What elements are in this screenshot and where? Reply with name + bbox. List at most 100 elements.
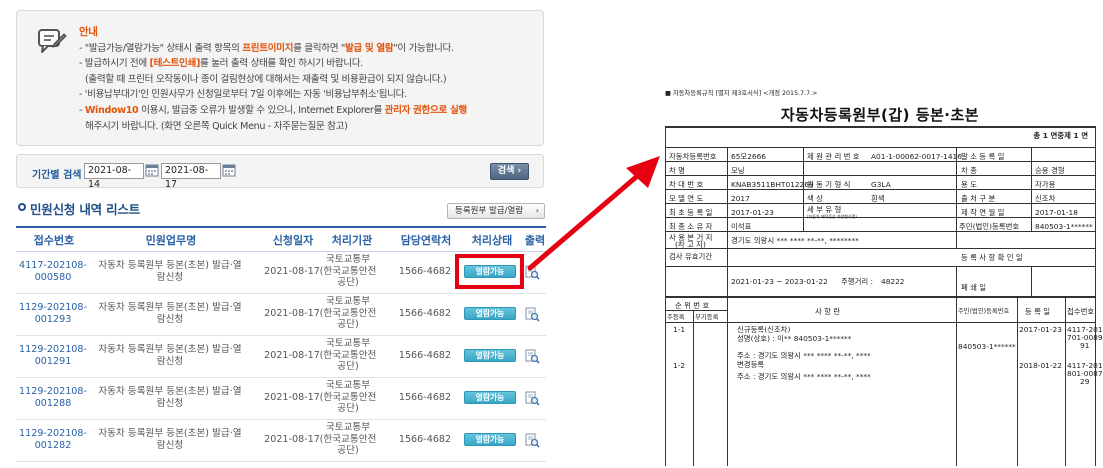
print-preview-icon[interactable] [525,391,540,406]
notice-line-2: - 발급하시기 전에 [테스트인쇄]를 눌러 출력 상태를 확인 하시기 바랍니… [79,56,539,72]
notice-text-part: - 발급하시기 전에 [79,58,150,70]
contact-phone: 1566-4682 [398,434,452,445]
contact-phone: 1566-4682 [398,392,452,403]
task-name-part: 자동차 등록원부 등본(초본) 발급·열 [98,386,242,397]
history-date: 2017-01-23 [1019,325,1062,334]
mgmt-no-label: 제 원 관 리 번 호 [807,152,860,161]
history-line: 성명(상호) : 이** 840503-1****** [737,334,852,343]
contact-phone: 1566-4682 [398,266,452,277]
print-preview-icon[interactable] [525,433,540,448]
vin-value: KNAB3511BHT012269 [731,180,814,189]
notice-text-part: - '비용납부대기'인 민원사무가 신청일로부터 7일 이후에는 자동 '비용납… [79,89,407,101]
doc-line [665,248,1096,249]
owner-label: 최 종 소 유 자 [669,222,713,231]
agency-part: (한국교통안전 [319,307,377,319]
receipt-no[interactable]: 1129-202108- 001291 [16,344,90,368]
notice-line-1: - "발급가능/열람가능" 상태시 출력 항목의 프린트이미지를 클릭하면 "발… [79,41,539,57]
highlight-box [455,254,524,289]
manufacture-value: 2017-01-18 [1035,208,1078,217]
task-name: 자동차 등록원부 등본(초본) 발급·열 람신청 [86,260,254,284]
agency-part: 국토교통부 [325,254,371,265]
task-name: 자동차 등록원부 등본(초본) 발급·열 람신청 [86,302,254,326]
page-indicator: 총 1 면중제 1 면 [1033,131,1088,140]
agency-part: 국토교통부 [325,296,371,307]
notice-line-6: 해주시기 바랍니다. (화면 오른쪽 Quick Menu - 자주묻는질문 참… [79,119,539,135]
reg-no-value: 65모2666 [731,152,767,161]
close-label: 폐 쇄 일 [961,283,987,292]
history-order: 1-1 [673,325,686,334]
search-label: 기간별 검색 : [32,170,89,181]
receipt-no[interactable]: 4117-202108- 000580 [16,260,90,284]
notice-title: 안내 [79,26,98,38]
cancel-date-label: 말 소 등 록 일 [961,152,1005,161]
task-name-part: 자동차 등록원부 등본(초본) 발급·열 [98,428,242,439]
agency: 국토교통부 (한국교통안전 공단) [314,296,382,331]
id-label: 주민(법인)등록번호 [959,222,1020,231]
document-caption: ■ 자동차등록규칙 [별지 제3호서식] <개정 2015.7.7.> [665,90,818,97]
status-button[interactable]: 열람가능 [464,349,516,362]
notice-highlight: 발급 및 열람 [344,42,394,54]
agency-part: 공단) [337,361,359,372]
use-label: 용 도 [961,180,977,189]
date-to-input[interactable]: 2021-08-17 [161,163,221,190]
print-preview-icon[interactable] [525,307,540,322]
receipt-no-part: 1129-202108- [19,302,87,313]
agency-part: (한국교통안전 [319,433,377,445]
mileage-label: 주행거리 : [841,277,874,286]
receipt-no[interactable]: 1129-202108- 001288 [16,386,90,410]
origin-value: 신조차 [1035,194,1056,203]
doc-line [693,310,694,466]
doc-border [665,126,1096,128]
inspect-label: 검사 유효기간 [669,252,713,261]
history-receipt: 29 [1080,377,1090,386]
notice-line-5: - Window10 이용시, 발급중 오류가 발생할 수 있으니, Inter… [79,103,539,119]
contact-phone: 1566-4682 [398,350,452,361]
doc-line [665,322,1096,323]
calendar-icon[interactable] [145,163,159,177]
col-header-receipt-no: 접수번호 [33,234,75,247]
date-search-bar: 기간별 검색 : 2021-08-14 ~ 2021-08-17 검색 › [16,154,544,190]
content-header: 사 항 란 [815,307,841,316]
print-preview-icon[interactable] [525,349,540,364]
agency-part: 공단) [337,319,359,330]
notice-highlight: Window10 [84,104,139,116]
task-name-part: 람신청 [156,356,184,367]
status-button[interactable]: 열람가능 [464,307,516,320]
task-name-part: 람신청 [156,272,184,283]
status-button[interactable]: 열람가능 [464,433,516,446]
address-label-sub: (차 고 지) [675,240,706,249]
sub-reg-header: 부기등록 [695,313,719,321]
agency-part: 국토교통부 [325,422,371,433]
pencil-note-icon [38,29,67,53]
agency-part: (한국교통안전 [319,349,377,361]
task-name-part: 람신청 [156,314,184,325]
first-reg-value: 2017-01-23 [731,208,774,217]
notice-highlight: [테스트인쇄] [149,58,201,70]
color-value: 흰색 [871,194,885,203]
contact-phone: 1566-4682 [398,308,452,319]
task-name: 자동차 등록원부 등본(초본) 발급·열 람신청 [86,386,254,410]
col-header-date: 신청일자 [272,234,314,247]
notice-text-part: 를 눌러 출력 상태를 확인 하시기 바랍니다. [200,58,363,70]
table-row: 1129-202108- 001293 자동차 등록원부 등본(초본) 발급·열 람… [16,294,546,336]
notice-line-4: - '비용납부대기'인 민원사무가 신청일로부터 7일 이후에는 자동 '비용납… [79,87,539,103]
doc-line [803,148,804,232]
agency-part: 국토교통부 [325,380,371,391]
receipt-no[interactable]: 1129-202108- 001293 [16,302,90,326]
document-title: 자동차등록원부(갑) 등본·초본 [780,106,980,124]
history-date-header: 등 록 일 [1025,307,1051,316]
notice-highlight: 프린트이미지 [242,42,294,54]
receipt-no[interactable]: 1129-202108- 001282 [16,428,90,452]
receipt-no-part: 001291 [34,356,72,367]
notice-text-part: (출력할 때 프린터 오작동이나 종이 걸림현상에 대해서는 재출력 및 비용환… [85,73,447,85]
doc-line [956,148,957,248]
date-from-input[interactable]: 2021-08-14 [84,163,144,190]
color-label: 색 상 [807,194,823,203]
status-button[interactable]: 열람가능 [464,391,516,404]
agency: 국토교통부 (한국교통안전 공단) [314,338,382,373]
use-value: 자가용 [1035,180,1056,189]
agency-part: 공단) [337,445,359,456]
col-header-agency: 처리기관 [331,234,373,247]
calendar-icon[interactable] [222,163,236,177]
agency: 국토교통부 (한국교통안전 공단) [314,254,382,289]
